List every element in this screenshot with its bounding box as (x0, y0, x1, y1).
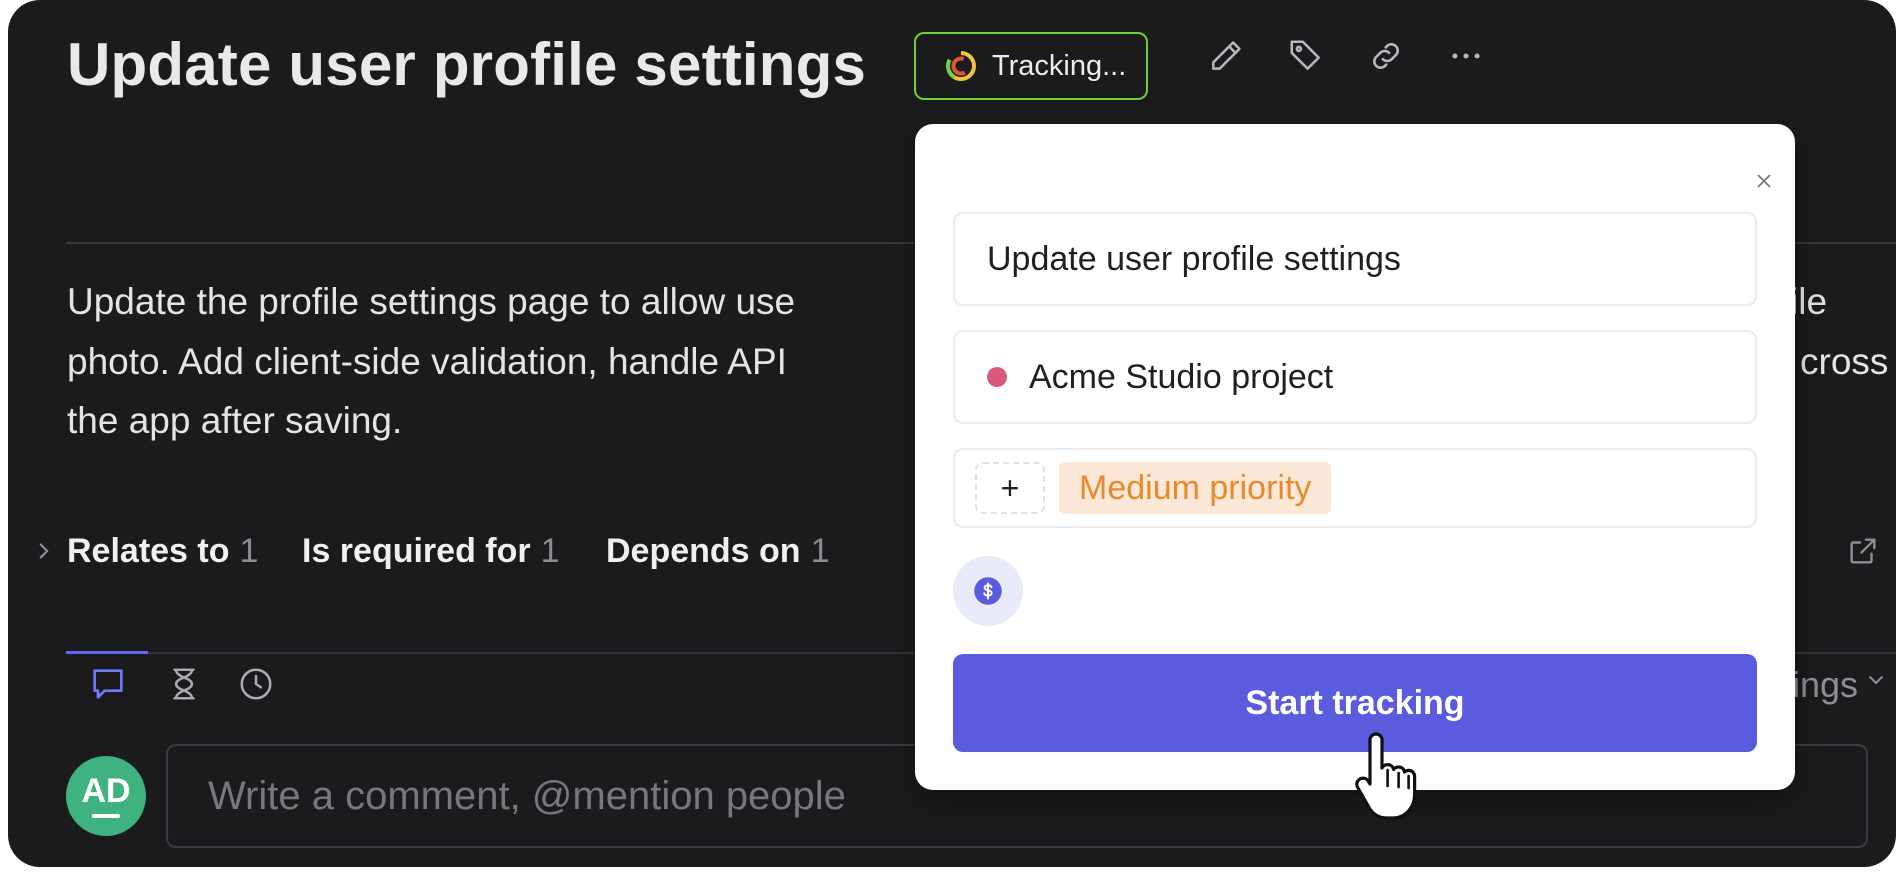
relation-count: 1 (239, 531, 259, 570)
description-fragment-2: cross (1800, 341, 1889, 382)
start-tracking-label: Start tracking (1245, 683, 1465, 722)
relation-label: Is required for (302, 531, 531, 570)
project-color-dot (987, 367, 1007, 387)
relation-count: 1 (540, 531, 560, 570)
description-line-2: photo. Add client-side validation, handl… (67, 341, 787, 382)
project-name: Acme Studio project (1029, 357, 1334, 396)
timer-ring-icon (944, 49, 978, 83)
open-external-icon[interactable] (1846, 534, 1880, 568)
description-fragment-1: ile (1790, 281, 1828, 322)
project-selector[interactable]: Acme Studio project (953, 330, 1757, 424)
relation-label: Relates to (67, 531, 230, 570)
description-line-3: the app after saving. (67, 400, 403, 441)
tracking-label: Tracking... (992, 49, 1127, 82)
tag-icon[interactable] (1286, 36, 1326, 76)
active-tab-indicator (66, 651, 148, 654)
relation-relates-to[interactable]: Relates to 1 (67, 532, 258, 570)
time-tracking-popup: Update user profile settings Acme Studio… (915, 124, 1795, 790)
task-name-value: Update user profile settings (987, 239, 1401, 278)
tags-field[interactable]: + Medium priority (953, 448, 1757, 528)
comment-icon[interactable] (84, 660, 132, 708)
task-detail-panel: Update user profile settings Tracking... (8, 0, 1896, 867)
clock-icon[interactable] (232, 660, 280, 708)
dollar-icon (974, 577, 1002, 605)
comment-placeholder: Write a comment, @mention people (208, 773, 846, 818)
relation-count: 1 (810, 531, 830, 570)
relation-depends-on[interactable]: Depends on 1 (606, 532, 830, 570)
avatar-initials: AD (81, 772, 131, 810)
avatar-underline (92, 814, 120, 818)
add-tag-button[interactable]: + (975, 462, 1045, 514)
hand-pointer-cursor-icon (1355, 732, 1417, 820)
close-icon[interactable] (1747, 164, 1781, 198)
pencil-icon[interactable] (1206, 36, 1246, 76)
more-icon[interactable] (1446, 36, 1486, 76)
task-title[interactable]: Update user profile settings (67, 30, 866, 99)
link-icon[interactable] (1366, 36, 1406, 76)
relations-expand-chevron-icon[interactable] (28, 535, 60, 567)
chevron-down-icon[interactable] (1864, 668, 1888, 692)
billable-toggle[interactable] (953, 556, 1023, 626)
avatar[interactable]: AD (66, 756, 146, 836)
priority-tag[interactable]: Medium priority (1059, 462, 1332, 514)
description-line-1: Update the profile settings page to allo… (67, 281, 796, 322)
task-name-field[interactable]: Update user profile settings (953, 212, 1757, 306)
relation-is-required-for[interactable]: Is required for 1 (302, 532, 560, 570)
hourglass-icon[interactable] (160, 660, 208, 708)
tracking-button[interactable]: Tracking... (914, 32, 1148, 100)
relation-label: Depends on (606, 531, 801, 570)
